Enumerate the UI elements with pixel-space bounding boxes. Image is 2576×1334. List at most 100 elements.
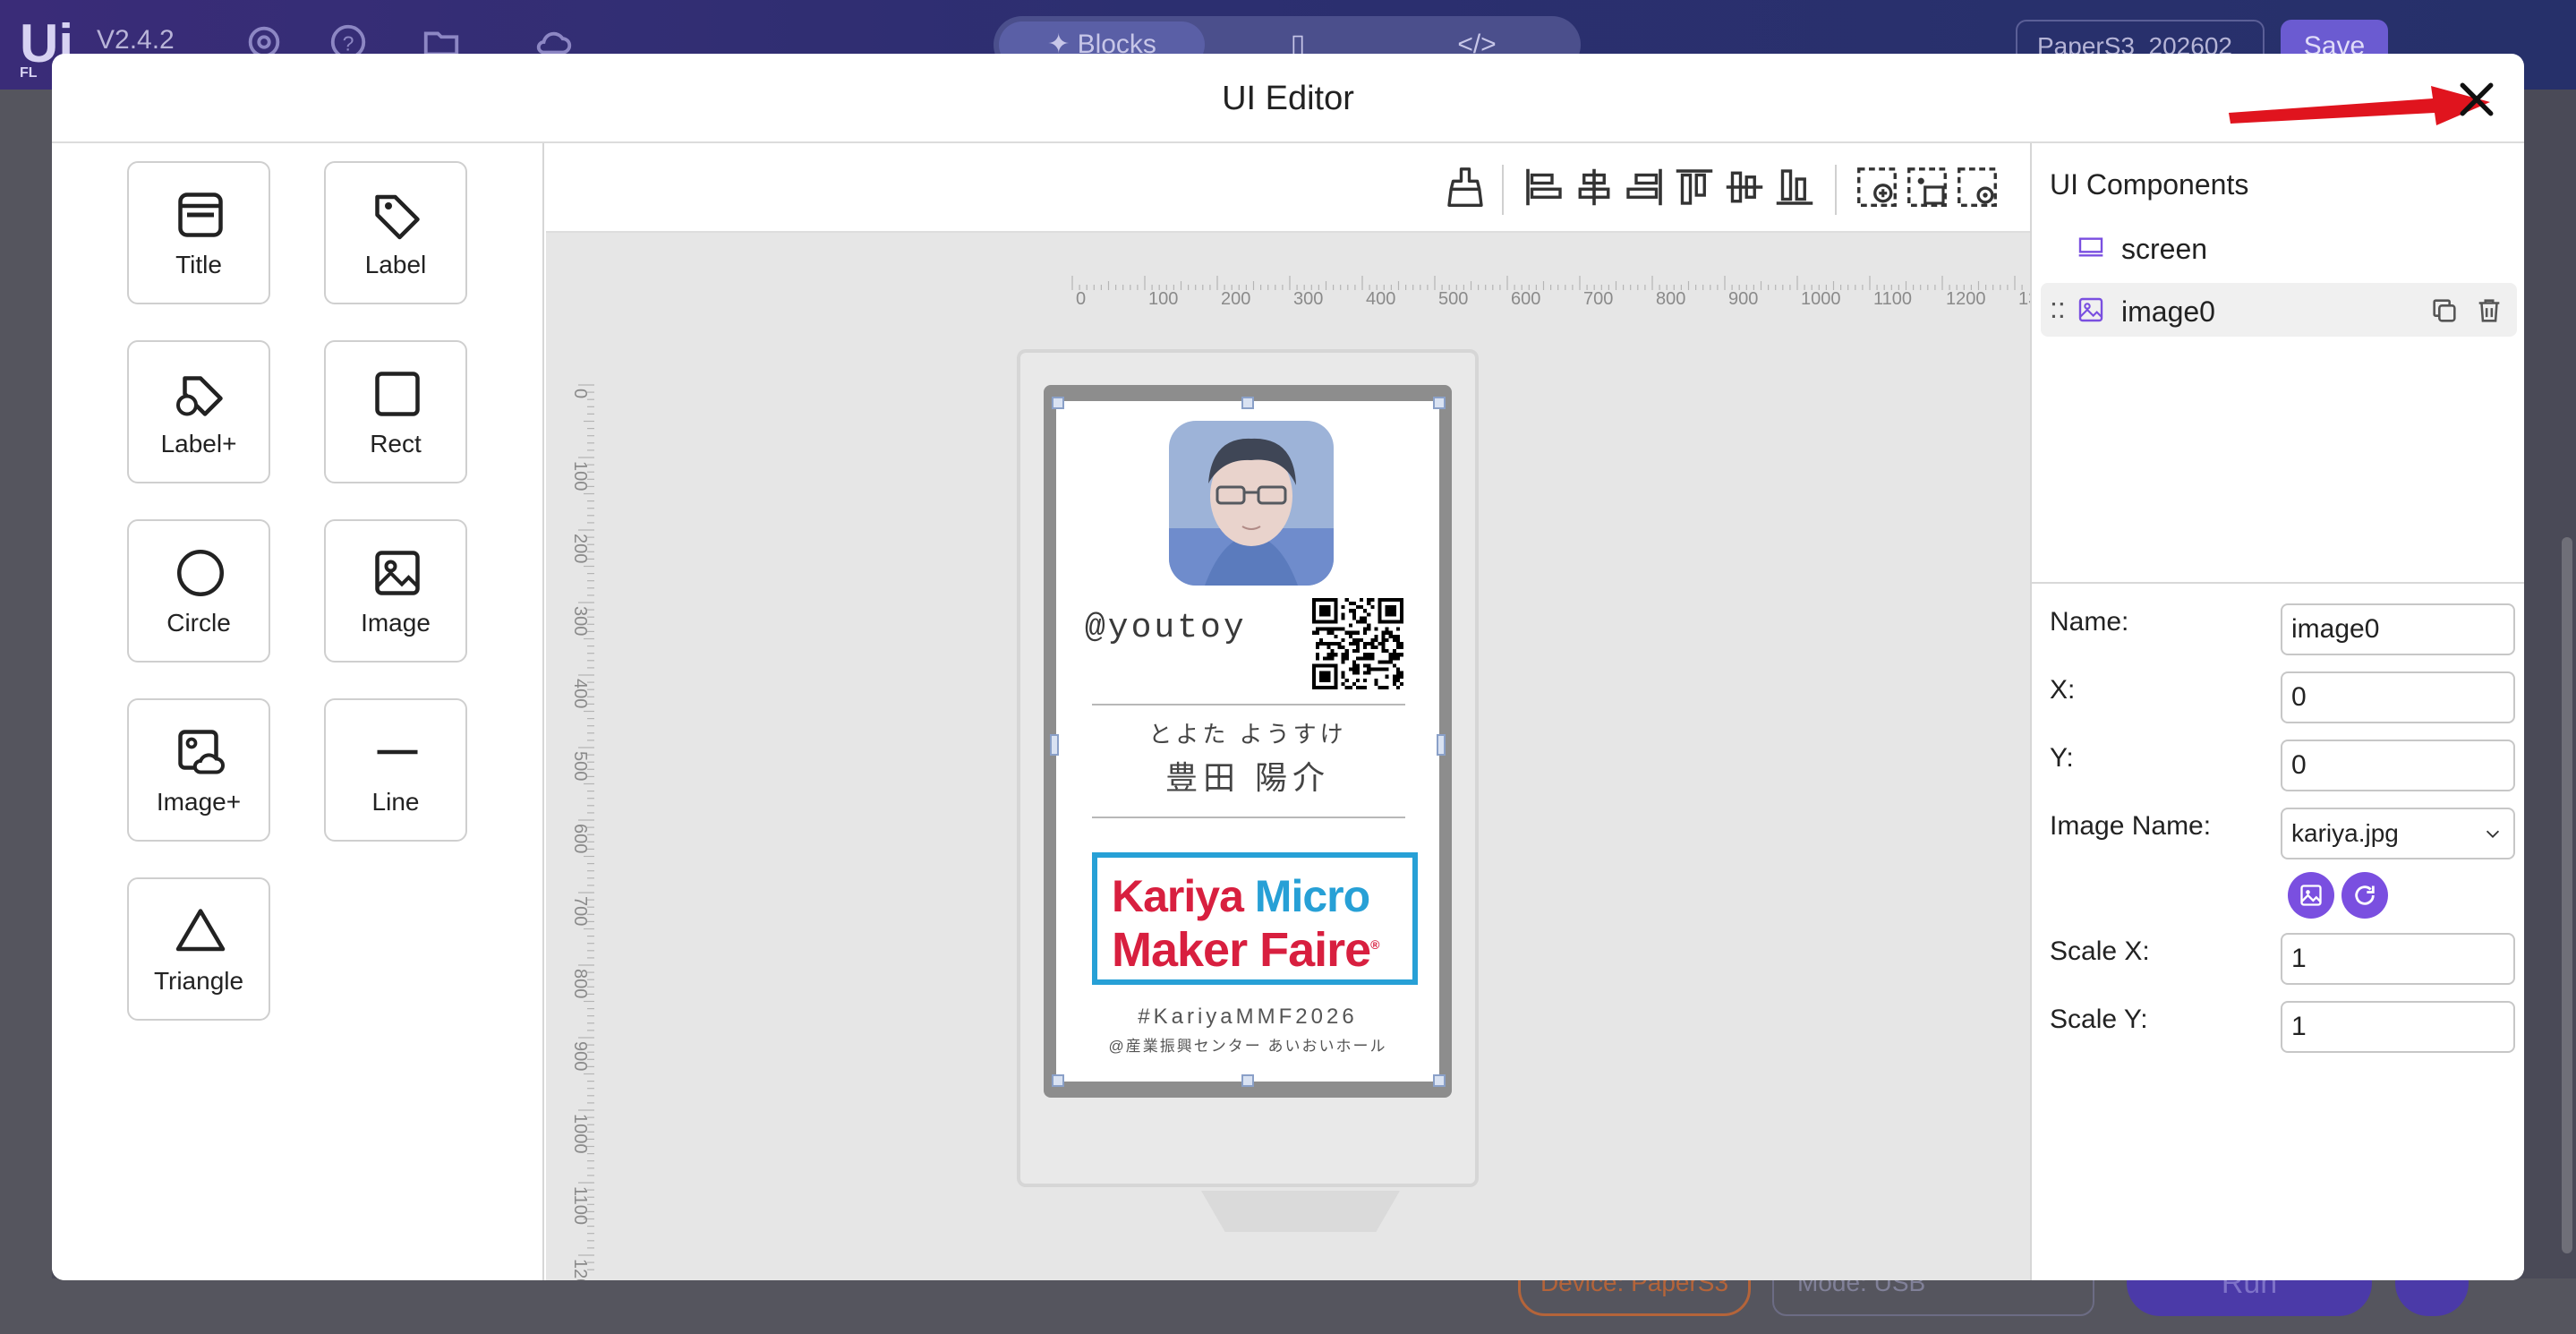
ruler-label: 1300 [2018,289,2030,306]
prop-y-label: Y: [2050,743,2074,773]
palette-item-label-plus[interactable]: Label+ [127,340,270,483]
page-scrollbar[interactable] [2562,537,2572,1253]
align-top-icon[interactable] [1670,163,1719,211]
palette-item-label: Rect [370,430,422,457]
logo-line-1: Kariya Micro [1112,870,1370,922]
scale-y-field[interactable] [2281,1001,2515,1053]
ruler-label: 500 [570,751,590,781]
palette-item-title[interactable]: Title [127,161,270,304]
ruler-label: 600 [1511,289,1540,306]
drag-handle-icon[interactable]: :: [2050,292,2066,325]
scale-x-field[interactable] [2281,933,2515,985]
ruler-label: 0 [570,389,590,398]
toolbar-separator [1835,165,1837,215]
image-name-value: kariya.jpg [2291,819,2399,847]
triangle-icon [175,909,226,952]
resize-handle[interactable] [1241,1074,1254,1087]
palette-item-rect[interactable]: Rect [324,340,467,483]
badge-hashtag: #KariyaMMF2026 [1138,1005,1358,1029]
resize-handle[interactable] [1433,397,1446,409]
resize-handle[interactable] [1052,1074,1064,1087]
align-bottom-icon[interactable] [1770,163,1819,211]
prop-scale-x-label: Scale X: [2050,936,2150,966]
upload-image-button[interactable] [2288,872,2334,919]
toolbar-separator [1502,165,1504,215]
components-title: UI Components [2050,168,2249,201]
clear-icon[interactable] [1441,163,1489,211]
component-palette: Title Label Label+ Rect Circle Image Ima… [52,143,544,1280]
horizontal-ruler: 0 100 200 300 400 500 600 700 800 900 1000 1100 1200… [1071,276,2030,306]
ruler-label: 900 [1728,289,1758,306]
image-name-select[interactable]: kariya.jpg [2281,808,2515,859]
logo-line-2: Maker Faire® [1112,922,1380,978]
palette-item-label-widget[interactable]: Label [324,161,467,304]
qr-code [1312,598,1403,689]
resize-handle[interactable] [1052,397,1064,409]
prop-image-name-label: Image Name: [2050,811,2212,841]
align-right-icon[interactable] [1620,163,1668,211]
resize-handle[interactable] [1050,734,1059,756]
badge-divider [1092,704,1405,705]
badge-name-kanji: 豊田 陽介 [1164,759,1330,796]
tree-item-screen[interactable]: screen [2041,220,2517,274]
copy-icon[interactable] [2429,295,2460,326]
app-version: V2.4.2 [97,25,175,55]
ruler-label: 1100 [1873,289,1912,306]
palette-item-triangle[interactable]: Triangle [127,877,270,1021]
badge-handle: @youtoy [1085,609,1247,647]
prop-x-label: X: [2050,675,2076,705]
palette-item-label: Title [175,251,222,278]
screen-settings-icon[interactable] [1953,163,2001,211]
canvas-toolbar [546,143,2030,233]
registered-mark: ® [1370,937,1379,952]
ruler-label: 400 [570,679,590,708]
palette-item-label: Label+ [160,430,237,457]
modal-header: UI Editor [52,54,2524,143]
align-center-h-icon[interactable] [1570,163,1618,211]
line-icon [377,749,418,755]
event-logo: Kariya Micro Maker Faire® [1092,852,1418,985]
align-left-icon[interactable] [1520,163,1568,211]
resize-handle[interactable] [1433,1074,1446,1087]
ruler-label: 1000 [1801,289,1841,306]
add-screen-icon[interactable] [1853,163,1901,211]
ruler-label: 0 [1076,289,1086,306]
palette-item-line[interactable]: Line [324,698,467,842]
image-plus-icon [178,730,225,774]
ruler-label: 600 [570,824,590,853]
device-stand [1201,1191,1400,1232]
resize-handle[interactable] [1241,397,1254,409]
resize-handle[interactable] [1437,734,1446,756]
palette-item-image[interactable]: Image [324,519,467,663]
trash-icon[interactable] [2474,295,2504,326]
ruler-label: 1200 [570,1259,590,1280]
ruler-label: 800 [1656,289,1685,306]
y-field[interactable] [2281,740,2515,791]
badge-divider [1092,817,1405,818]
close-icon[interactable] [2452,75,2501,124]
palette-item-circle[interactable]: Circle [127,519,270,663]
ruler-label: 400 [1366,289,1395,306]
ruler-label: 1200 [1946,289,1986,306]
label-plus-icon [176,376,223,416]
refresh-button[interactable] [2341,872,2388,919]
image-upload-icon [2300,885,2322,906]
name-field[interactable] [2281,603,2515,655]
tree-item-image0[interactable]: :: image0 [2041,283,2517,337]
ruler-label: 300 [1293,289,1323,306]
ruler-label: 1000 [570,1114,590,1154]
palette-item-image-plus[interactable]: Image+ [127,698,270,842]
screen-image-icon[interactable] [1903,163,1951,211]
tree-item-label: screen [2121,233,2208,265]
palette-item-label: Image+ [156,788,242,816]
logo-maker-faire: Maker Faire [1112,923,1371,977]
x-field[interactable] [2281,671,2515,723]
prop-name-label: Name: [2050,607,2129,637]
badge-venue: @産業振興センター あいおいホール [1108,1038,1387,1055]
align-center-v-icon[interactable] [1720,163,1769,211]
avatar-illustration [1169,421,1334,586]
ruler-label: 200 [1221,289,1250,306]
ruler-label: 700 [570,896,590,926]
screen-canvas[interactable]: @youtoy とよた ようすけ 豊田 陽介 Kariya Micro Make… [1056,401,1439,1082]
ruler-label: 200 [570,534,590,563]
